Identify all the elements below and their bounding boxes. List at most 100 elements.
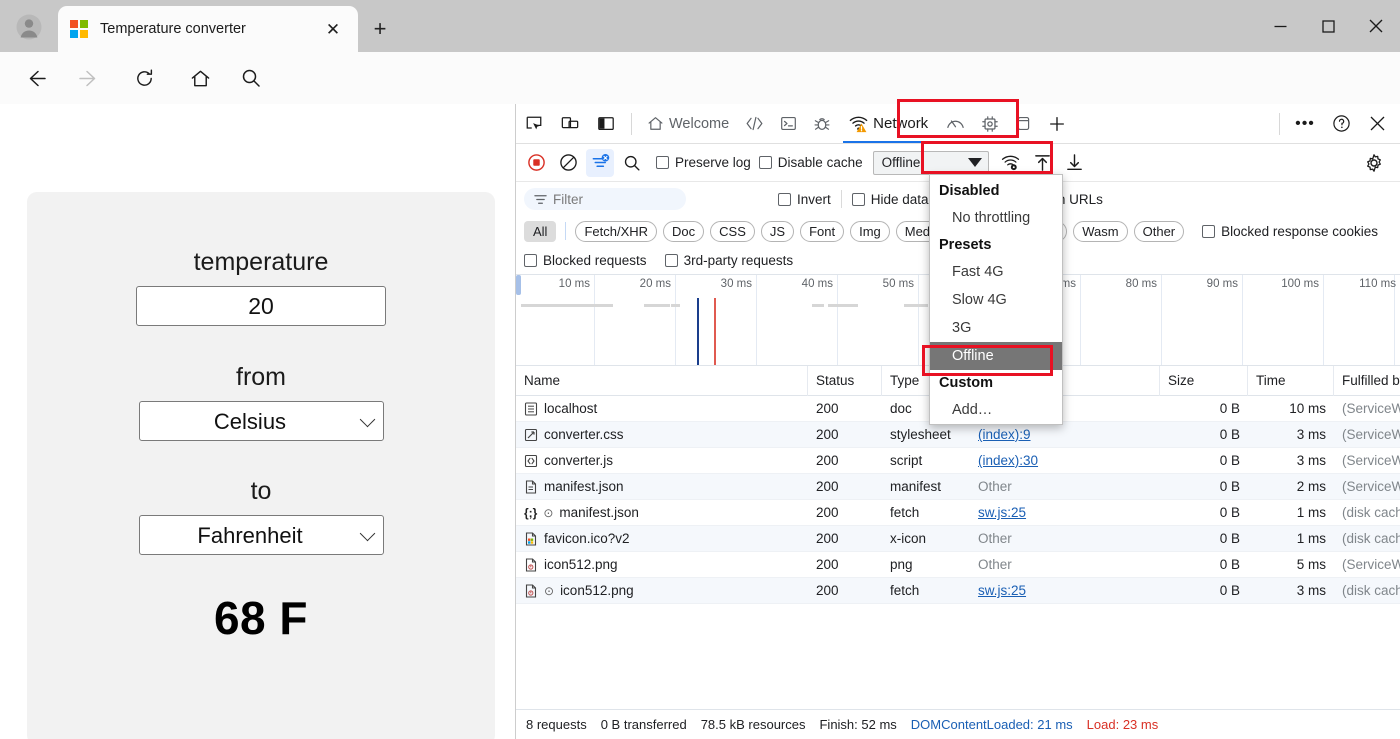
request-fulfilled-by: (disk cache): [1342, 505, 1400, 520]
tab-performance[interactable]: [938, 105, 973, 143]
dropdown-item-offline[interactable]: Offline: [930, 342, 1062, 370]
chip-doc[interactable]: Doc: [663, 220, 705, 242]
navigation-bar: localhost:8080 •••: [0, 52, 1400, 147]
new-tab-button[interactable]: +: [364, 13, 396, 45]
help-question-icon[interactable]: [1326, 109, 1356, 139]
tab-sources[interactable]: [805, 105, 839, 143]
record-stop-icon[interactable]: [522, 149, 550, 177]
search-input[interactable]: Filter: [524, 188, 686, 210]
request-initiator[interactable]: sw.js:25: [978, 505, 1026, 520]
requests-count: 8 requests: [526, 717, 587, 732]
checkbox-box[interactable]: [656, 156, 669, 169]
table-row[interactable]: converter.js 200 script (index):30 0 B 3…: [516, 448, 1400, 474]
chip-wasm[interactable]: Wasm: [1073, 220, 1128, 242]
checkbox-box[interactable]: [778, 192, 791, 206]
divider: [565, 222, 567, 240]
export-har-icon[interactable]: [1061, 149, 1089, 177]
import-har-icon[interactable]: [1029, 149, 1057, 177]
device-toolbar-icon[interactable]: [555, 109, 585, 139]
request-initiator[interactable]: (index):30: [978, 453, 1038, 468]
dock-side-icon[interactable]: [591, 109, 621, 139]
table-row[interactable]: icon512.png 200 png Other 0 B 5 ms (Serv…: [516, 552, 1400, 578]
memory-chip-icon: [981, 115, 999, 133]
minimize-icon[interactable]: [1256, 0, 1304, 52]
invert-label: Invert: [797, 191, 831, 207]
table-row[interactable]: converter.css 200 stylesheet (index):9 0…: [516, 422, 1400, 448]
request-name: converter.js: [544, 453, 614, 468]
column-header-name[interactable]: Name: [516, 365, 808, 396]
request-time: 3 ms: [1296, 583, 1326, 598]
table-row[interactable]: manifest.json 200 manifest Other 0 B 2 m…: [516, 474, 1400, 500]
chip-js[interactable]: JS: [760, 220, 795, 242]
checkbox-box[interactable]: [664, 253, 678, 267]
timeline-scroll-handle[interactable]: [516, 275, 521, 295]
filter-active-icon[interactable]: [586, 148, 614, 177]
dropdown-item-no-throttling[interactable]: No throttling: [930, 204, 1062, 232]
tab-welcome[interactable]: Welcome: [639, 105, 737, 143]
tab-memory[interactable]: [973, 105, 1007, 143]
close-window-icon[interactable]: [1352, 0, 1400, 52]
throttle-dropdown-menu[interactable]: Disabled No throttling Presets Fast 4G S…: [929, 174, 1063, 425]
to-unit-select[interactable]: Fahrenheit: [138, 515, 384, 555]
maximize-icon[interactable]: [1304, 0, 1352, 52]
search-icon[interactable]: [234, 61, 268, 95]
gear-icon[interactable]: [1360, 149, 1388, 177]
home-icon[interactable]: [183, 61, 217, 95]
chip-other[interactable]: Other: [1133, 220, 1185, 242]
profile-button[interactable]: [10, 9, 48, 45]
column-header-time[interactable]: Time: [1248, 365, 1334, 396]
inspect-element-icon[interactable]: [519, 109, 549, 139]
column-header-size[interactable]: Size: [1160, 365, 1248, 396]
network-conditions-icon[interactable]: [997, 149, 1025, 177]
third-party-requests-checkbox[interactable]: 3rd-party requests: [664, 253, 793, 268]
request-size: 0 B: [1219, 479, 1240, 494]
reload-icon[interactable]: [127, 61, 161, 95]
checkbox-box[interactable]: [851, 192, 865, 206]
clear-network-icon[interactable]: [554, 149, 582, 177]
checkbox-box[interactable]: [1202, 224, 1216, 238]
tab-console[interactable]: [772, 105, 805, 143]
invert-checkbox[interactable]: Invert: [778, 192, 831, 207]
request-type: manifest: [890, 479, 942, 494]
column-header-status[interactable]: Status: [808, 365, 882, 396]
browser-tab[interactable]: Temperature converter ✕: [58, 6, 358, 52]
column-header-fulfilled-by[interactable]: Fulfilled by: [1334, 366, 1400, 396]
dropdown-item-slow-4g[interactable]: Slow 4G: [930, 286, 1062, 314]
from-unit-select[interactable]: Celsius: [138, 401, 384, 441]
dom-content-loaded-time: DOMContentLoaded: 21 ms: [910, 717, 1073, 732]
request-fulfilled-by: (ServiceW…: [1342, 427, 1400, 442]
blocked-requests-checkbox[interactable]: Blocked requests: [524, 253, 647, 268]
temperature-input[interactable]: [136, 286, 386, 326]
table-row[interactable]: ⊙ icon512.png 200 fetch sw.js:25 0 B 3 m…: [516, 578, 1400, 604]
checkbox-box[interactable]: [524, 253, 537, 267]
transferred-size: 0 B transferred: [600, 717, 687, 732]
blocked-response-cookies-checkbox[interactable]: Blocked response cookies: [1202, 224, 1378, 239]
chip-font[interactable]: Font: [800, 220, 845, 242]
back-arrow-icon[interactable]: [18, 61, 52, 95]
search-icon[interactable]: [618, 149, 646, 177]
tab-elements[interactable]: [737, 105, 772, 143]
more-tabs-plus-icon[interactable]: [1040, 105, 1074, 143]
request-name: localhost: [544, 401, 598, 416]
tab-application[interactable]: [1007, 105, 1040, 143]
close-devtools-icon[interactable]: [1362, 109, 1392, 139]
dropdown-item-add[interactable]: Add…: [930, 396, 1062, 424]
table-row[interactable]: {;} ⊙ manifest.json 200 fetch sw.js:25 0…: [516, 500, 1400, 526]
preserve-log-checkbox[interactable]: Preserve log: [656, 155, 751, 170]
disable-cache-checkbox[interactable]: Disable cache: [758, 155, 863, 170]
dropdown-item-3g[interactable]: 3G: [930, 314, 1062, 342]
dropdown-item-fast-4g[interactable]: Fast 4G: [930, 258, 1062, 286]
table-row[interactable]: favicon.ico?v2 200 x-icon Other 0 B 1 ms…: [516, 526, 1400, 552]
more-options-icon[interactable]: •••: [1290, 109, 1320, 139]
checkbox-box[interactable]: [758, 156, 772, 169]
close-icon[interactable]: ✕: [320, 16, 346, 42]
tab-network[interactable]: Network: [839, 105, 938, 143]
chip-fetch-xhr[interactable]: Fetch/XHR: [575, 220, 658, 242]
chip-css[interactable]: CSS: [710, 220, 755, 242]
throttle-select[interactable]: Offline: [872, 150, 989, 175]
request-initiator[interactable]: (index):9: [978, 427, 1031, 442]
chip-img[interactable]: Img: [850, 220, 890, 242]
request-initiator[interactable]: sw.js:25: [978, 583, 1026, 598]
service-worker-icon: ⊙: [544, 583, 555, 598]
chip-all[interactable]: All: [524, 220, 557, 242]
